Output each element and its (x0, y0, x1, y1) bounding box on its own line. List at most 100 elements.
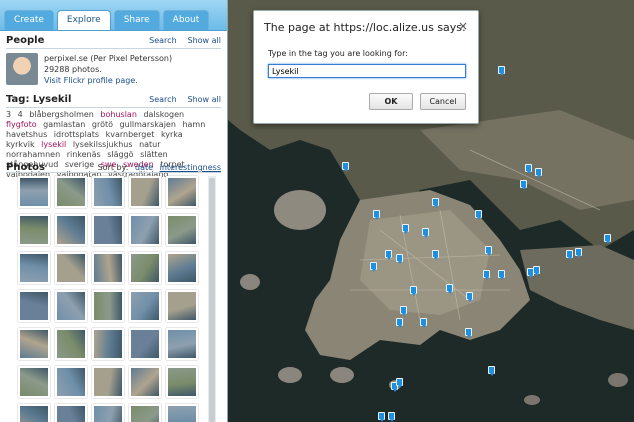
tag-link[interactable]: gamlastan (43, 120, 85, 129)
map-pin[interactable] (342, 162, 349, 172)
tab-share[interactable]: Share (113, 10, 160, 30)
photo-thumbnail[interactable] (129, 214, 161, 246)
map-pin[interactable] (402, 224, 409, 234)
map-pin[interactable] (533, 266, 540, 276)
map-pin[interactable] (388, 412, 395, 422)
photo-thumbnail[interactable] (129, 176, 161, 208)
tag-link[interactable]: gullmarskajen (120, 120, 176, 129)
ok-button[interactable]: OK (369, 93, 413, 110)
photo-thumbnail[interactable] (129, 404, 161, 422)
tag-link[interactable]: idrottsplats (54, 130, 99, 139)
map-pin[interactable] (396, 254, 403, 264)
photo-thumbnail[interactable] (166, 366, 198, 398)
people-show-all-link[interactable]: Show all (188, 36, 221, 45)
tag-link[interactable]: lysekilssjukhus (73, 140, 133, 149)
photo-thumbnail[interactable] (55, 176, 87, 208)
tag-link[interactable]: bohuslan (100, 110, 136, 119)
cancel-button[interactable]: Cancel (420, 93, 466, 110)
map-pin[interactable] (410, 286, 417, 296)
map-pin[interactable] (422, 228, 429, 238)
photo-thumbnail[interactable] (92, 214, 124, 246)
sort-interestingness-link[interactable]: interestingness (160, 163, 221, 172)
map-pin[interactable] (446, 284, 453, 294)
map-pin[interactable] (385, 250, 392, 260)
photo-thumbnail[interactable] (166, 214, 198, 246)
map-pin[interactable] (466, 292, 473, 302)
close-icon[interactable]: × (458, 19, 468, 33)
photo-thumbnail[interactable] (92, 404, 124, 422)
photo-thumbnail[interactable] (166, 290, 198, 322)
map-pin[interactable] (483, 270, 490, 280)
map-pin[interactable] (400, 306, 407, 316)
map-pin[interactable] (432, 198, 439, 208)
tag-link[interactable]: kvarnberget (106, 130, 155, 139)
photo-thumbnail[interactable] (55, 290, 87, 322)
people-search-link[interactable]: Search (149, 36, 176, 45)
map-pin[interactable] (604, 234, 611, 244)
scrollbar-thumb[interactable] (209, 178, 215, 422)
tag-link[interactable]: lysekil (41, 140, 66, 149)
photo-thumbnail[interactable] (92, 290, 124, 322)
photo-thumbnail[interactable] (166, 176, 198, 208)
tag-link[interactable]: kyrka (161, 130, 183, 139)
map-pin[interactable] (575, 248, 582, 258)
avatar[interactable] (6, 53, 38, 85)
tab-explore[interactable]: Explore (56, 10, 111, 30)
photo-thumbnail[interactable] (55, 328, 87, 360)
tag-link[interactable]: grötö (92, 120, 113, 129)
map-pin[interactable] (566, 250, 573, 260)
tag-link[interactable]: 3 (6, 110, 11, 119)
photo-thumbnail[interactable] (18, 252, 50, 284)
map-pin[interactable] (498, 66, 505, 76)
sort-date-link[interactable]: date (135, 163, 153, 172)
tab-create[interactable]: Create (4, 10, 54, 30)
tag-link[interactable]: dalskogen (143, 110, 184, 119)
map-pin[interactable] (420, 318, 427, 328)
profile-link[interactable]: Visit Flickr profile page. (44, 75, 172, 86)
tag-show-all-link[interactable]: Show all (188, 95, 221, 104)
map-pin[interactable] (373, 210, 380, 220)
map-pin[interactable] (525, 164, 532, 174)
map-pin[interactable] (520, 180, 527, 190)
tag-link[interactable]: flygfoto (6, 120, 37, 129)
tag-link[interactable]: hamn (182, 120, 205, 129)
photo-thumbnail[interactable] (18, 176, 50, 208)
tag-link[interactable]: havetshus (6, 130, 47, 139)
photo-thumbnail[interactable] (18, 214, 50, 246)
photo-thumbnail[interactable] (129, 252, 161, 284)
person-name[interactable]: perpixel.se (Per Pixel Petersson) (44, 53, 172, 64)
photo-thumbnail[interactable] (18, 290, 50, 322)
photo-thumbnail[interactable] (129, 328, 161, 360)
map-pin[interactable] (396, 378, 403, 388)
map-pin[interactable] (498, 270, 505, 280)
map-pin[interactable] (535, 168, 542, 178)
photo-thumbnail[interactable] (166, 252, 198, 284)
photo-thumbnail[interactable] (92, 328, 124, 360)
map-pin[interactable] (488, 366, 495, 376)
tag-input[interactable] (268, 64, 466, 78)
map-pin[interactable] (378, 412, 385, 422)
photo-scrollbar[interactable] (208, 176, 216, 422)
tag-link[interactable]: kyrkvik (6, 140, 35, 149)
photo-thumbnail[interactable] (92, 252, 124, 284)
tab-about[interactable]: About (162, 10, 210, 30)
map-pin[interactable] (396, 318, 403, 328)
photo-thumbnail[interactable] (55, 252, 87, 284)
photo-thumbnail[interactable] (92, 176, 124, 208)
photo-thumbnail[interactable] (166, 404, 198, 422)
photo-thumbnail[interactable] (129, 290, 161, 322)
photo-thumbnail[interactable] (55, 404, 87, 422)
tag-link[interactable]: 4 (18, 110, 23, 119)
photo-thumbnail[interactable] (18, 404, 50, 422)
map-pin[interactable] (485, 246, 492, 256)
photo-thumbnail[interactable] (55, 214, 87, 246)
map-pin[interactable] (370, 262, 377, 272)
photo-thumbnail[interactable] (92, 366, 124, 398)
map-pin[interactable] (475, 210, 482, 220)
map-pin[interactable] (465, 328, 472, 338)
photo-thumbnail[interactable] (166, 328, 198, 360)
photo-thumbnail[interactable] (18, 366, 50, 398)
tag-link[interactable]: blåbergsholmen (29, 110, 94, 119)
tag-search-link[interactable]: Search (149, 95, 176, 104)
photo-thumbnail[interactable] (55, 366, 87, 398)
